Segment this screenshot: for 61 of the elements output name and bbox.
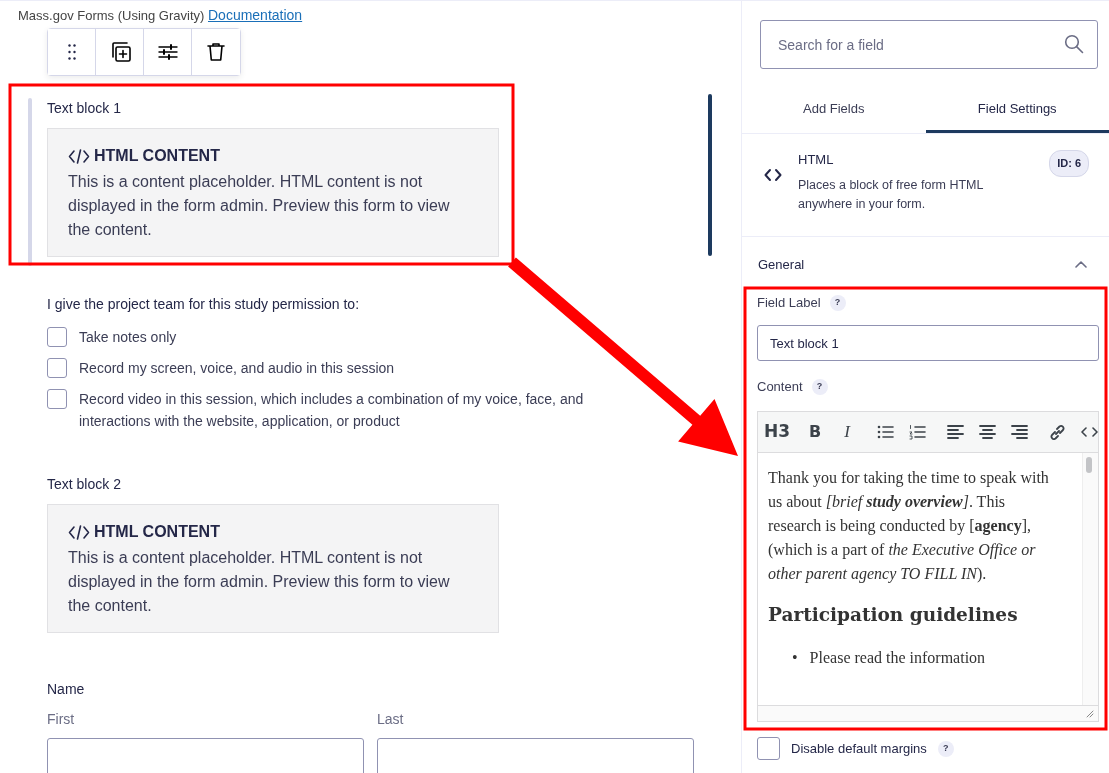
placeholder-text: This is a content placeholder. HTML content is not displayed in the form admin. Preview this form to view the content. xyxy=(68,172,451,240)
sliders-icon xyxy=(157,44,178,60)
code-icon xyxy=(68,523,90,541)
code-brackets-icon xyxy=(764,168,782,182)
field-label: I give the project team for this study permission to: xyxy=(47,295,360,314)
help-icon[interactable]: ? xyxy=(937,740,954,757)
search-icon xyxy=(1064,34,1084,54)
placeholder-text: This is a content placeholder. HTML content is not displayed in the form admin. Preview this form to view the content. xyxy=(68,548,451,616)
placeholder-heading: HTML CONTENT xyxy=(94,146,220,166)
help-icon[interactable]: ? xyxy=(811,378,828,395)
italic-button[interactable]: I xyxy=(831,416,863,448)
trash-button[interactable] xyxy=(192,29,240,75)
scrollbar[interactable] xyxy=(708,94,712,256)
text-input[interactable]: Text block 1 xyxy=(757,325,1099,361)
trash-icon xyxy=(207,42,225,62)
setting-label: Content xyxy=(757,378,803,396)
checkbox[interactable] xyxy=(47,358,67,378)
align-right-icon xyxy=(1010,424,1028,440)
drag-handle-button[interactable] xyxy=(48,29,96,75)
align-left-icon xyxy=(946,424,964,440)
resize-handle-icon[interactable] xyxy=(1086,710,1094,718)
section-title: General xyxy=(758,255,805,274)
page-description: Mass.gov Forms (Using Gravity) xyxy=(18,8,206,23)
code-icon xyxy=(68,147,90,165)
checkbox-label: Disable default margins xyxy=(791,739,927,758)
bold-button[interactable]: B xyxy=(799,416,831,448)
bulleted-list-icon xyxy=(876,424,894,440)
sub-label: First xyxy=(47,710,75,729)
checkbox-label: Take notes only xyxy=(79,328,178,347)
checkbox[interactable] xyxy=(47,327,67,347)
numbered-list-icon xyxy=(908,424,926,440)
text-input[interactable] xyxy=(377,738,694,773)
search-field[interactable]: Search for a field xyxy=(760,20,1098,69)
checkbox-label: Record video in this session, which includes a combination of my voice, face, and interactions with the website, application, or product xyxy=(79,390,585,431)
checkbox[interactable] xyxy=(757,737,780,760)
editor-heading: Participation guidelines xyxy=(768,604,1019,627)
editor-paragraph: Thank you for taking the time to speak with us about [brief study overview]. This research is being conducted by [agency], (which is a part of the Executive Office or other parent agency TO FILL IN). xyxy=(768,468,1050,585)
scrollbar-thumb[interactable] xyxy=(1086,457,1092,473)
setting-label: Field Label xyxy=(757,294,821,312)
sub-label: Last xyxy=(377,710,404,729)
list-item: Please read the information xyxy=(809,648,986,669)
checkbox-label: Record my screen, voice, and audio in this session xyxy=(79,359,396,378)
field-type-description: Places a block of free form HTML anywhere in your form. xyxy=(798,176,985,213)
code-icon xyxy=(1080,424,1098,440)
text-input[interactable] xyxy=(47,738,364,773)
link-icon xyxy=(1048,424,1066,440)
documentation-link[interactable]: Documentation xyxy=(208,7,303,23)
field-type-title: HTML xyxy=(798,151,835,169)
checkbox[interactable] xyxy=(47,389,67,409)
align-center-icon xyxy=(978,424,996,440)
help-icon[interactable]: ? xyxy=(829,294,846,311)
duplicate-button[interactable] xyxy=(96,29,144,75)
field-label: Text block 2 xyxy=(47,475,121,494)
bullet: • xyxy=(792,648,798,669)
field-id-badge: ID: 6 xyxy=(1049,150,1089,177)
field-label: Name xyxy=(47,680,85,699)
field-label: Text block 1 xyxy=(47,99,121,118)
sliders-button[interactable] xyxy=(144,29,192,75)
heading-button[interactable]: H3 xyxy=(761,416,793,448)
placeholder-heading: HTML CONTENT xyxy=(94,522,220,542)
drag-handle-icon xyxy=(67,44,76,60)
